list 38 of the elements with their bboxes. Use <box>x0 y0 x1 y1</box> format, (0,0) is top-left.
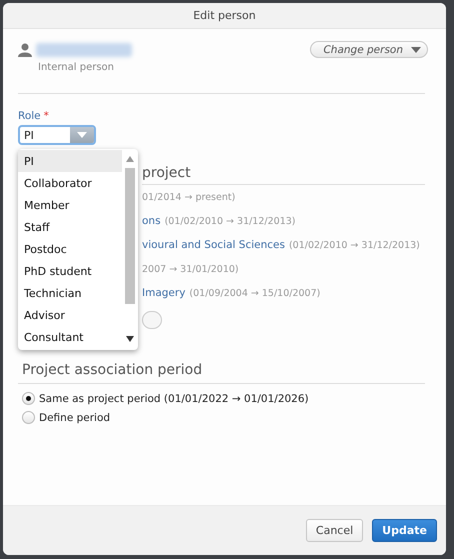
role-option[interactable]: Advisor <box>18 304 122 326</box>
scroll-down-icon[interactable] <box>126 336 134 342</box>
role-select[interactable]: PI <box>18 125 96 145</box>
caret-icon <box>77 132 87 138</box>
role-option[interactable]: PhD student <box>18 260 122 282</box>
radio-button[interactable] <box>22 392 35 405</box>
project-period: 2007 → 31/01/2010) <box>142 264 239 274</box>
required-mark: * <box>44 110 49 122</box>
project-period: (01/02/2010 → 31/12/2013) <box>164 216 296 226</box>
scrollbar-thumb[interactable] <box>125 168 135 304</box>
project-link[interactable]: Imagery <box>142 287 186 299</box>
radio-button[interactable] <box>22 411 35 424</box>
radio-label[interactable]: Define period <box>39 412 110 424</box>
role-option[interactable]: Consultant <box>18 326 122 348</box>
cancel-button[interactable]: Cancel <box>306 519 364 542</box>
project-period: 01/2014 → present) <box>142 192 236 202</box>
project-period: (01/02/2010 → 31/12/2013) <box>288 240 420 250</box>
person-icon <box>18 43 32 57</box>
scroll-up-icon[interactable] <box>126 156 134 162</box>
role-option[interactable]: Collaborator <box>18 172 122 194</box>
project-link[interactable]: ons <box>142 215 161 227</box>
project-link[interactable]: vioural and Social Sciences <box>142 239 285 251</box>
person-type: Internal person <box>38 62 115 73</box>
caret-icon <box>411 46 421 52</box>
change-person-button[interactable]: Change person <box>310 41 428 58</box>
pill-button[interactable] <box>142 311 162 329</box>
role-option[interactable]: PI <box>18 150 122 172</box>
update-button[interactable]: Update <box>372 519 437 542</box>
role-option[interactable]: Member <box>18 194 122 216</box>
section-heading: project <box>142 165 191 181</box>
role-label: Role <box>18 110 41 122</box>
dialog-title: Edit person <box>193 9 256 22</box>
role-option[interactable]: Staff <box>18 216 122 238</box>
role-option[interactable]: Postdoc <box>18 238 122 260</box>
role-option[interactable]: Technician <box>18 282 122 304</box>
project-period: (01/09/2004 → 15/10/2007) <box>189 288 320 298</box>
radio-label[interactable]: Same as project period (01/01/2022 → 01/01/2026) <box>39 392 309 404</box>
section-heading: Project association period <box>22 362 202 378</box>
